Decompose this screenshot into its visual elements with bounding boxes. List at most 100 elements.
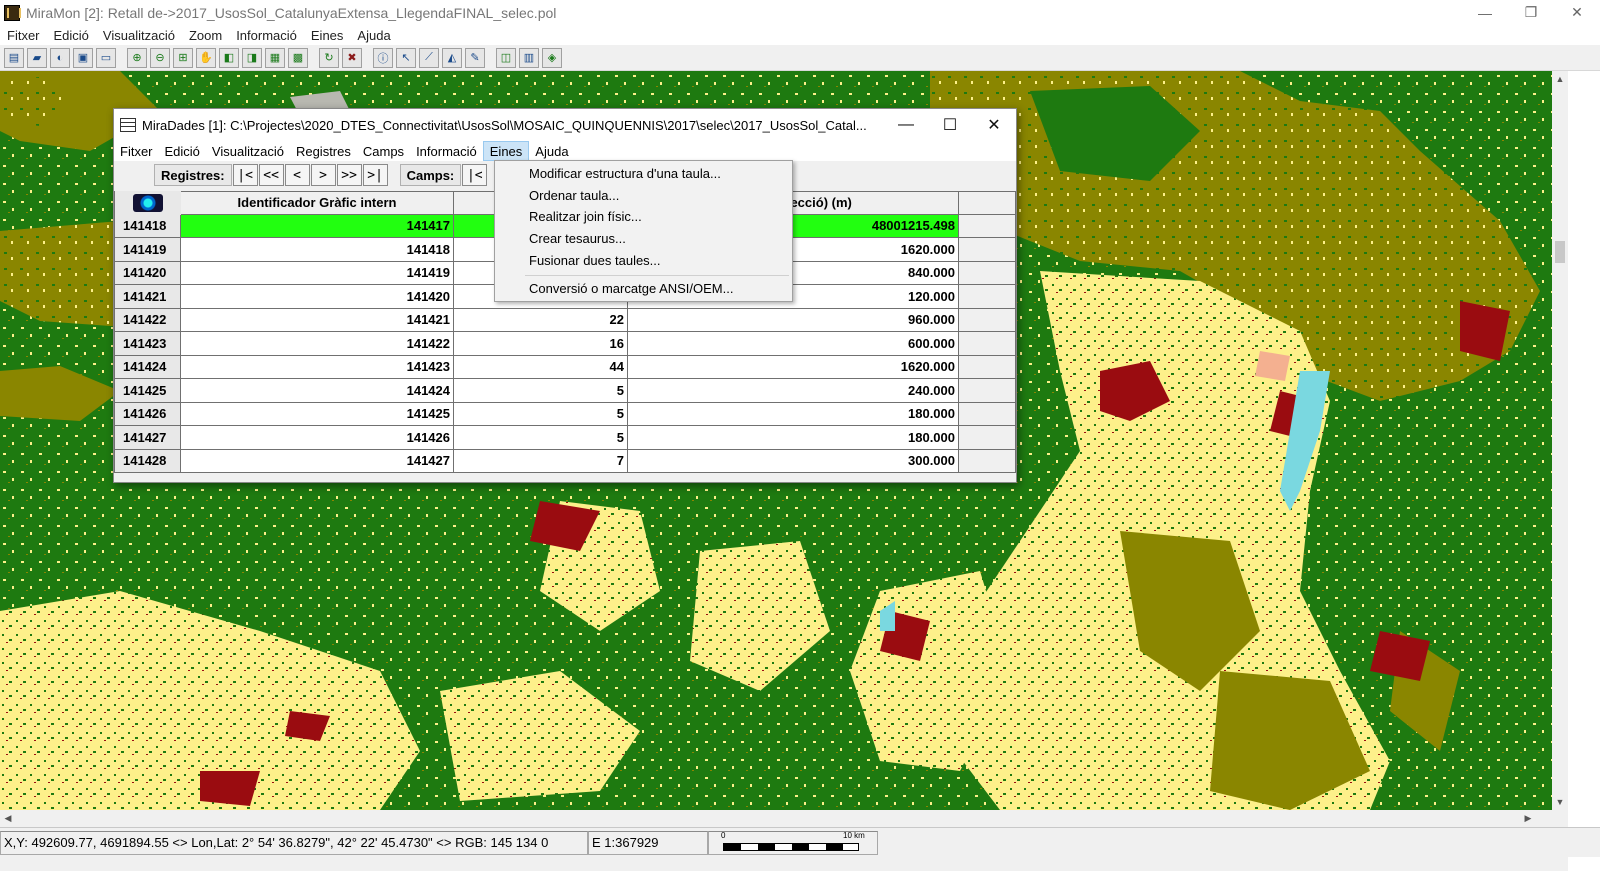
- miradades-minimize-button[interactable]: —: [884, 109, 928, 141]
- menu-fitxer[interactable]: Fitxer: [0, 28, 47, 43]
- cell-n[interactable]: 5: [454, 426, 628, 450]
- cell-area[interactable]: 240.000: [628, 379, 959, 403]
- md-menu-ajuda[interactable]: Ajuda: [529, 141, 574, 161]
- table-icon[interactable]: ▥: [519, 47, 539, 68]
- map-horizontal-scrollbar[interactable]: ◀ ▶: [0, 810, 1552, 826]
- miramon-app-icon[interactable]: [4, 4, 21, 21]
- cell-id[interactable]: 141426: [181, 426, 454, 450]
- cell-n[interactable]: 5: [454, 402, 628, 426]
- md-menu-fitxer[interactable]: Fitxer: [114, 141, 159, 161]
- reopen-icon[interactable]: ◐: [50, 47, 70, 68]
- cell-n[interactable]: 16: [454, 332, 628, 356]
- pan-icon[interactable]: ✋: [196, 47, 216, 68]
- cell-area[interactable]: 600.000: [628, 332, 959, 356]
- last-record-button[interactable]: >|: [362, 164, 388, 186]
- cell-area[interactable]: 1620.000: [628, 355, 959, 379]
- menu-visualitzacio[interactable]: Visualització: [96, 28, 182, 43]
- row-header[interactable]: 141424: [114, 355, 181, 379]
- close-button[interactable]: ✕: [1554, 0, 1600, 25]
- column-header-id[interactable]: Identificador Gràfic intern: [181, 191, 454, 215]
- info-icon[interactable]: ⓘ: [373, 47, 393, 68]
- md-menu-camps[interactable]: Camps: [357, 141, 410, 161]
- cell-id[interactable]: 141419: [181, 261, 454, 285]
- table-row[interactable]: 141425 141424 5 240.000: [114, 379, 1016, 403]
- cell-id[interactable]: 141420: [181, 285, 454, 309]
- cell-n[interactable]: 5: [454, 379, 628, 403]
- cell-area[interactable]: 180.000: [628, 402, 959, 426]
- row-header[interactable]: 141428: [114, 449, 181, 473]
- row-header[interactable]: 141422: [114, 308, 181, 332]
- edit-icon[interactable]: ✎: [465, 47, 485, 68]
- scroll-up-icon[interactable]: ▲: [1552, 71, 1568, 87]
- table-row[interactable]: 141424 141423 44 1620.000: [114, 355, 1016, 379]
- stop-icon[interactable]: ✖: [342, 47, 362, 68]
- open-icon[interactable]: ▰: [27, 47, 47, 68]
- menu-eines[interactable]: Eines: [304, 28, 351, 43]
- cell-id[interactable]: 141423: [181, 355, 454, 379]
- cell-area[interactable]: 300.000: [628, 449, 959, 473]
- cell-id[interactable]: 141427: [181, 449, 454, 473]
- layers-icon[interactable]: ◫: [496, 47, 516, 68]
- restore-button[interactable]: ❐: [1508, 0, 1554, 25]
- cell-id[interactable]: 141418: [181, 238, 454, 262]
- cell-area[interactable]: 960.000: [628, 308, 959, 332]
- menu-edicio[interactable]: Edició: [47, 28, 96, 43]
- cell-n[interactable]: 44: [454, 355, 628, 379]
- menu-item-join-fisic[interactable]: Realitzar join físic...: [529, 209, 642, 224]
- table-row[interactable]: 141427 141426 5 180.000: [114, 426, 1016, 450]
- menu-zoom[interactable]: Zoom: [182, 28, 229, 43]
- md-menu-registres[interactable]: Registres: [290, 141, 357, 161]
- menu-item-ordenar-taula[interactable]: Ordenar taula...: [529, 188, 619, 203]
- next-record-button[interactable]: >: [310, 164, 336, 186]
- cell-id[interactable]: 141417: [181, 214, 454, 238]
- vertical-scroll-thumb[interactable]: [1555, 241, 1565, 263]
- row-header[interactable]: 141425: [114, 379, 181, 403]
- view-previous-icon[interactable]: ◧: [219, 47, 239, 68]
- table-row[interactable]: 141422 141421 22 960.000: [114, 308, 1016, 332]
- cell-n[interactable]: 22: [454, 308, 628, 332]
- md-menu-eines[interactable]: Eines: [482, 141, 530, 161]
- view-next-icon[interactable]: ◨: [242, 47, 262, 68]
- cell-id[interactable]: 141424: [181, 379, 454, 403]
- md-menu-informacio[interactable]: Informació: [410, 141, 483, 161]
- zoom-in-icon[interactable]: ⊕: [127, 47, 147, 68]
- row-header[interactable]: 141421: [114, 285, 181, 309]
- new-icon[interactable]: ▤: [4, 47, 24, 68]
- menu-item-fusionar-taules[interactable]: Fusionar dues taules...: [529, 253, 661, 268]
- prev-record-button[interactable]: <: [284, 164, 310, 186]
- menu-informacio[interactable]: Informació: [229, 28, 304, 43]
- select-icon[interactable]: ↖: [396, 47, 416, 68]
- cell-n[interactable]: 7: [454, 449, 628, 473]
- minimize-button[interactable]: —: [1462, 0, 1508, 25]
- row-header[interactable]: 141419: [114, 238, 181, 262]
- menu-ajuda[interactable]: Ajuda: [350, 28, 397, 43]
- graph-icon[interactable]: ◭: [442, 47, 462, 68]
- row-header[interactable]: 141420: [114, 261, 181, 285]
- miradades-close-button[interactable]: ✕: [972, 109, 1016, 141]
- refresh-icon[interactable]: ↻: [319, 47, 339, 68]
- first-field-button[interactable]: |<: [462, 164, 488, 186]
- row-header[interactable]: 141427: [114, 426, 181, 450]
- save-icon[interactable]: ▣: [73, 47, 93, 68]
- cell-id[interactable]: 141425: [181, 402, 454, 426]
- menu-item-modificar-estructura[interactable]: Modificar estructura d'una taula...: [529, 166, 721, 181]
- row-header[interactable]: 141426: [114, 402, 181, 426]
- scroll-right-icon[interactable]: ▶: [1520, 810, 1536, 826]
- map-vertical-scrollbar[interactable]: ▲ ▼: [1552, 71, 1568, 810]
- row-header[interactable]: 141423: [114, 332, 181, 356]
- miradades-maximize-button[interactable]: ☐: [928, 109, 972, 141]
- zoom-out-icon[interactable]: ⊖: [150, 47, 170, 68]
- table-row[interactable]: 141426 141425 5 180.000: [114, 402, 1016, 426]
- next-page-button[interactable]: >>: [336, 164, 362, 186]
- cell-area[interactable]: 180.000: [628, 426, 959, 450]
- md-menu-visualitzacio[interactable]: Visualització: [206, 141, 290, 161]
- cell-id[interactable]: 141422: [181, 332, 454, 356]
- legend-icon[interactable]: ◈: [542, 47, 562, 68]
- row-header[interactable]: 141418: [114, 214, 181, 238]
- cell-id[interactable]: 141421: [181, 308, 454, 332]
- scroll-left-icon[interactable]: ◀: [0, 810, 16, 826]
- menu-item-conversio-ansi-oem[interactable]: Conversió o marcatge ANSI/OEM...: [529, 281, 733, 296]
- table-row[interactable]: 141423 141422 16 600.000: [114, 332, 1016, 356]
- table-row[interactable]: 141428 141427 7 300.000: [114, 449, 1016, 473]
- first-record-button[interactable]: |<: [232, 164, 258, 186]
